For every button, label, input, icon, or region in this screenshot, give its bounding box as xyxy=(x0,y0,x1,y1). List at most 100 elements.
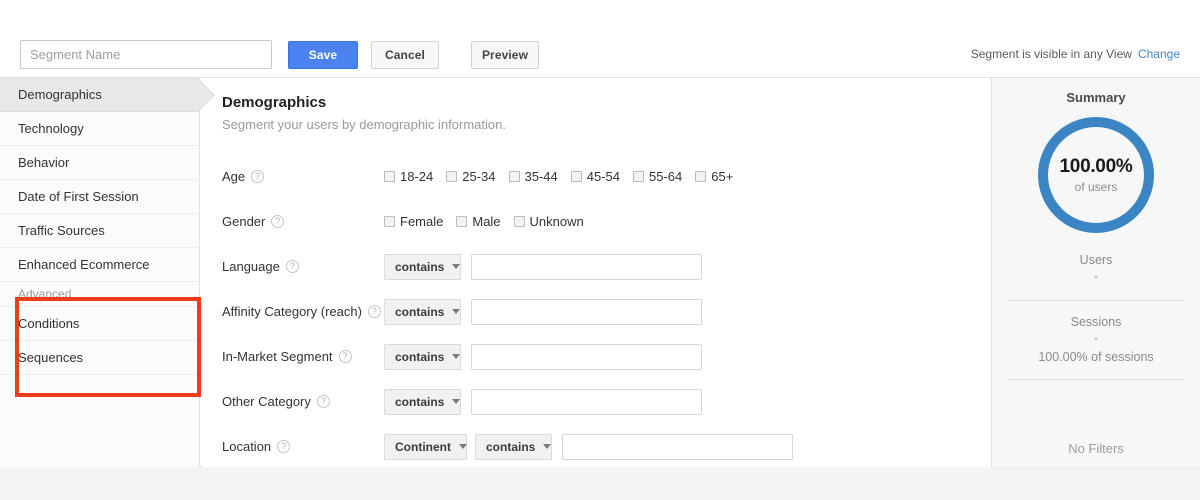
language-value-input[interactable] xyxy=(471,253,702,280)
affinity-operator-dropdown[interactable]: contains xyxy=(384,298,461,325)
location-scope-dropdown[interactable]: Continent xyxy=(384,433,467,460)
dropdown-value: contains xyxy=(395,304,445,319)
top-toolbar: Save Cancel Preview Segment is visible i… xyxy=(0,0,1200,78)
checkbox-box-icon[interactable] xyxy=(570,171,582,182)
cancel-button[interactable]: Cancel xyxy=(371,41,439,69)
checkbox-box-icon[interactable] xyxy=(508,171,520,182)
sidebar-item-label: Enhanced Ecommerce xyxy=(18,257,150,272)
other-category-value-input[interactable] xyxy=(471,388,702,415)
sidebar-item-label: Sequences xyxy=(18,350,84,365)
help-icon[interactable]: ? xyxy=(316,395,330,408)
sidebar-item-label: Traffic Sources xyxy=(18,223,105,238)
sidebar-group-label: Advanced xyxy=(18,287,72,301)
no-filters-label: No Filters xyxy=(1068,441,1124,456)
checkbox-gender-unknown[interactable]: Unknown xyxy=(513,214,584,229)
sessions-value: - xyxy=(1094,331,1098,345)
chevron-down-icon xyxy=(543,444,552,449)
in-market-value-input[interactable] xyxy=(471,343,702,370)
checkbox-gender-male[interactable]: Male xyxy=(456,214,501,229)
checkbox-age-45-54[interactable]: 45-54 xyxy=(570,169,620,184)
age-label-group: Age ? xyxy=(222,169,384,184)
checkbox-gender-female[interactable]: Female xyxy=(384,214,443,229)
dropdown-value: contains xyxy=(395,259,445,274)
checkbox-box-icon[interactable] xyxy=(446,171,458,182)
help-icon[interactable]: ? xyxy=(338,350,352,363)
sidebar-item-label: Date of First Session xyxy=(18,189,139,204)
checkbox-box-icon[interactable] xyxy=(384,216,395,227)
change-visibility-link[interactable]: Change xyxy=(1138,47,1180,61)
checkbox-age-18-24[interactable]: 18-24 xyxy=(384,169,433,184)
checkbox-label: Female xyxy=(400,214,444,229)
checkbox-box-icon[interactable] xyxy=(695,171,707,182)
checkbox-label: 25-34 xyxy=(462,169,496,184)
checkbox-label: 55-64 xyxy=(649,169,683,184)
chevron-down-icon xyxy=(452,354,461,359)
help-icon[interactable]: ? xyxy=(285,260,299,273)
checkbox-label: 45-54 xyxy=(586,169,620,184)
language-operator-dropdown[interactable]: contains xyxy=(384,253,461,280)
checkbox-age-25-34[interactable]: 25-34 xyxy=(446,169,496,184)
sidebar-item-label: Behavior xyxy=(18,155,70,170)
sidebar-item-sequences[interactable]: Sequences xyxy=(0,341,199,375)
help-icon[interactable]: ? xyxy=(367,305,381,318)
form-row-gender: Gender ? Female Male Unknown xyxy=(222,199,991,244)
checkbox-box-icon[interactable] xyxy=(456,216,468,227)
sidebar-item-technology[interactable]: Technology xyxy=(0,112,199,146)
sidebar-group-advanced: Advanced xyxy=(0,282,199,307)
users-label: Users xyxy=(1079,253,1113,267)
checkbox-box-icon[interactable] xyxy=(513,216,525,227)
checkbox-label: 18-24 xyxy=(400,169,434,184)
users-metric: Users - xyxy=(992,253,1200,283)
help-icon[interactable]: ? xyxy=(251,170,265,183)
help-icon[interactable]: ? xyxy=(271,215,285,228)
help-icon[interactable]: ? xyxy=(277,440,291,453)
segment-builder-panel: Demographics Technology Behavior Date of… xyxy=(0,78,1200,467)
field-label: Location xyxy=(222,439,272,454)
sidebar-item-date-of-first-session[interactable]: Date of First Session xyxy=(0,180,199,214)
checkbox-age-55-64[interactable]: 55-64 xyxy=(633,169,682,184)
sidebar-item-enhanced-ecommerce[interactable]: Enhanced Ecommerce xyxy=(0,248,199,282)
checkbox-age-65-plus[interactable]: 65+ xyxy=(695,169,733,184)
checkbox-label: 35-44 xyxy=(524,169,558,184)
page-subtitle: Segment your users by demographic inform… xyxy=(222,117,506,132)
sessions-metric: Sessions - 100.00% of sessions xyxy=(992,315,1200,364)
sidebar-item-behavior[interactable]: Behavior xyxy=(0,146,199,180)
other-category-label-group: Other Category ? xyxy=(222,394,384,409)
summary-divider-2 xyxy=(1006,379,1186,380)
affinity-label-group: Affinity Category (reach) ? xyxy=(222,304,384,319)
field-label: Age xyxy=(222,169,246,184)
summary-title: Summary xyxy=(1066,90,1126,105)
sidebar-item-conditions[interactable]: Conditions xyxy=(0,307,199,341)
sessions-label: Sessions xyxy=(1070,315,1122,329)
location-operator-dropdown[interactable]: contains xyxy=(475,433,552,460)
sidebar-item-label: Conditions xyxy=(18,316,80,331)
segment-name-input[interactable] xyxy=(20,40,272,69)
preview-button[interactable]: Preview xyxy=(471,41,539,69)
field-label: Language xyxy=(222,259,280,274)
users-value: - xyxy=(1094,269,1098,283)
form-row-location: Location ? Continent contains xyxy=(222,424,991,469)
checkbox-age-35-44[interactable]: 35-44 xyxy=(508,169,558,184)
in-market-operator-dropdown[interactable]: contains xyxy=(384,343,461,370)
form-row-affinity-category: Affinity Category (reach) ? contains xyxy=(222,289,991,334)
dropdown-value: Continent xyxy=(395,439,451,454)
save-button[interactable]: Save xyxy=(288,41,358,69)
sidebar-item-traffic-sources[interactable]: Traffic Sources xyxy=(0,214,199,248)
category-sidebar: Demographics Technology Behavior Date of… xyxy=(0,78,201,467)
age-checkbox-group: 18-24 25-34 35-44 45-54 55-64 65+ xyxy=(384,169,746,184)
affinity-value-input[interactable] xyxy=(471,298,702,325)
checkbox-box-icon[interactable] xyxy=(633,171,644,182)
donut-caption: of users xyxy=(1074,180,1118,194)
location-label-group: Location ? xyxy=(222,439,384,454)
summary-panel: Summary 100.00% of users Users - Session… xyxy=(992,78,1200,467)
location-value-input[interactable] xyxy=(562,433,793,460)
sidebar-item-label: Technology xyxy=(18,121,84,136)
sidebar-item-demographics[interactable]: Demographics xyxy=(0,78,199,112)
chevron-down-icon xyxy=(452,399,461,404)
donut-percent: 100.00% xyxy=(1059,156,1133,177)
field-label: In-Market Segment xyxy=(222,349,333,364)
checkbox-box-icon[interactable] xyxy=(384,171,395,182)
demographics-form: Demographics Segment your users by demog… xyxy=(201,78,992,467)
chevron-down-icon xyxy=(459,444,467,449)
other-category-operator-dropdown[interactable]: contains xyxy=(384,388,461,415)
